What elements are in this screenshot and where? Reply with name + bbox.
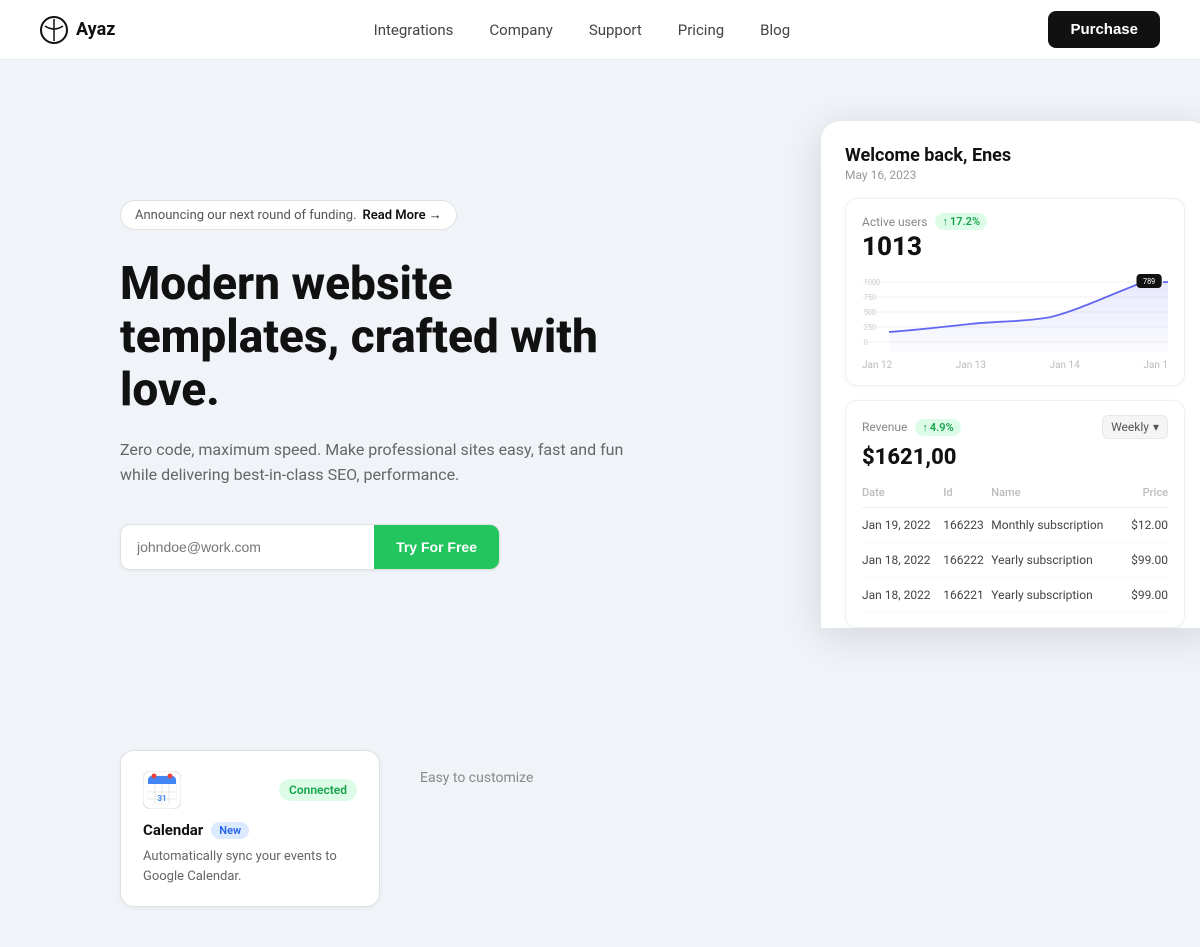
row2-name: Yearly subscription (991, 543, 1124, 578)
integration-title: Calendar (143, 821, 203, 839)
dashboard-card: Welcome back, Enes May 16, 2023 Active u… (820, 120, 1200, 628)
active-users-card: Active users ↑ 17.2% 1013 (845, 198, 1185, 386)
svg-text:1000: 1000 (864, 278, 880, 287)
email-input[interactable] (121, 525, 374, 569)
arrow-up-icon: ↑ (942, 215, 948, 228)
svg-text:500: 500 (864, 308, 876, 317)
hero-form: Try For Free (120, 524, 500, 570)
svg-text:0: 0 (864, 338, 868, 347)
col-name: Name (991, 482, 1124, 508)
row2-price: $99.00 (1124, 543, 1168, 578)
bottom-section: 31 Connected Calendar New Automatically … (0, 720, 1200, 947)
revenue-badge: ↑ 4.9% (915, 419, 960, 436)
purchase-button[interactable]: Purchase (1048, 11, 1160, 48)
svg-text:789: 789 (1143, 277, 1155, 286)
logo-text: Ayaz (76, 19, 115, 40)
dashboard-date: May 16, 2023 (845, 168, 1185, 182)
hero-subtitle: Zero code, maximum speed. Make professio… (120, 437, 640, 488)
col-id: Id (943, 482, 991, 508)
active-users-chart: 1000 750 500 250 0 (862, 272, 1168, 352)
connected-badge: Connected (279, 779, 357, 801)
hero-left: Announcing our next round of funding. Re… (120, 140, 640, 570)
row3-price: $99.00 (1124, 578, 1168, 613)
revenue-card: Revenue ↑ 4.9% Weekly ▾ $1621,00 (845, 400, 1185, 628)
row3-id: 166221 (943, 578, 991, 613)
col-date: Date (862, 482, 943, 508)
x-label-jan12: Jan 12 (862, 360, 892, 371)
chevron-down-icon: ▾ (1153, 420, 1159, 434)
row1-price: $12.00 (1124, 508, 1168, 543)
revenue-label: Revenue (862, 420, 907, 434)
table-row: Jan 18, 2022 166222 Yearly subscription … (862, 543, 1168, 578)
x-label-jan14: Jan 14 (1050, 360, 1080, 371)
table-row: Jan 18, 2022 166221 Yearly subscription … (862, 578, 1168, 613)
active-users-badge: ↑ 17.2% (935, 213, 987, 230)
dashboard-welcome: Welcome back, Enes (845, 145, 1185, 166)
row3-date: Jan 18, 2022 (862, 578, 943, 613)
nav-company[interactable]: Company (489, 21, 552, 39)
integration-description: Automatically sync your events to Google… (143, 847, 357, 886)
active-users-value: 1013 (862, 232, 1168, 262)
table-row: Jan 19, 2022 166223 Monthly subscription… (862, 508, 1168, 543)
customize-text-container: Easy to customize (420, 750, 533, 786)
active-users-label: Active users (862, 215, 927, 229)
google-calendar-icon: 31 (143, 771, 181, 809)
integration-card: 31 Connected Calendar New Automatically … (120, 750, 380, 907)
nav-pricing[interactable]: Pricing (678, 21, 724, 39)
navbar: Ayaz Integrations Company Support Pricin… (0, 0, 1200, 60)
row2-date: Jan 18, 2022 (862, 543, 943, 578)
nav-blog[interactable]: Blog (760, 21, 790, 39)
arrow-up-icon-2: ↑ (922, 421, 928, 434)
x-label-jan1: Jan 1 (1143, 360, 1168, 371)
logo[interactable]: Ayaz (40, 16, 115, 44)
weekly-dropdown[interactable]: Weekly ▾ (1102, 415, 1168, 439)
svg-text:250: 250 (864, 323, 876, 332)
nav-support[interactable]: Support (589, 21, 642, 39)
row1-name: Monthly subscription (991, 508, 1124, 543)
svg-text:750: 750 (864, 293, 876, 302)
row3-name: Yearly subscription (991, 578, 1124, 613)
hero-title: Modern website templates, crafted with l… (120, 258, 640, 417)
try-for-free-button[interactable]: Try For Free (374, 525, 499, 569)
row2-id: 166222 (943, 543, 991, 578)
row1-date: Jan 19, 2022 (862, 508, 943, 543)
chart-x-labels: Jan 12 Jan 13 Jan 14 Jan 1 (862, 356, 1168, 371)
revenue-value: $1621,00 (862, 445, 1168, 470)
announcement-badge: Announcing our next round of funding. Re… (120, 200, 457, 230)
logo-icon (40, 16, 68, 44)
new-badge: New (211, 822, 249, 839)
announcement-text: Announcing our next round of funding. (135, 208, 357, 223)
hero-section: Announcing our next round of funding. Re… (0, 60, 1200, 720)
svg-text:31: 31 (157, 794, 166, 803)
read-more-link[interactable]: Read More → (363, 207, 442, 223)
row1-id: 166223 (943, 508, 991, 543)
x-label-jan13: Jan 13 (956, 360, 986, 371)
nav-integrations[interactable]: Integrations (374, 21, 454, 39)
customize-text: Easy to customize (420, 750, 533, 786)
col-price: Price (1124, 482, 1168, 508)
nav-links: Integrations Company Support Pricing Blo… (374, 21, 791, 39)
revenue-table: Date Id Name Price Jan 19, 2022 166223 M… (862, 482, 1168, 613)
